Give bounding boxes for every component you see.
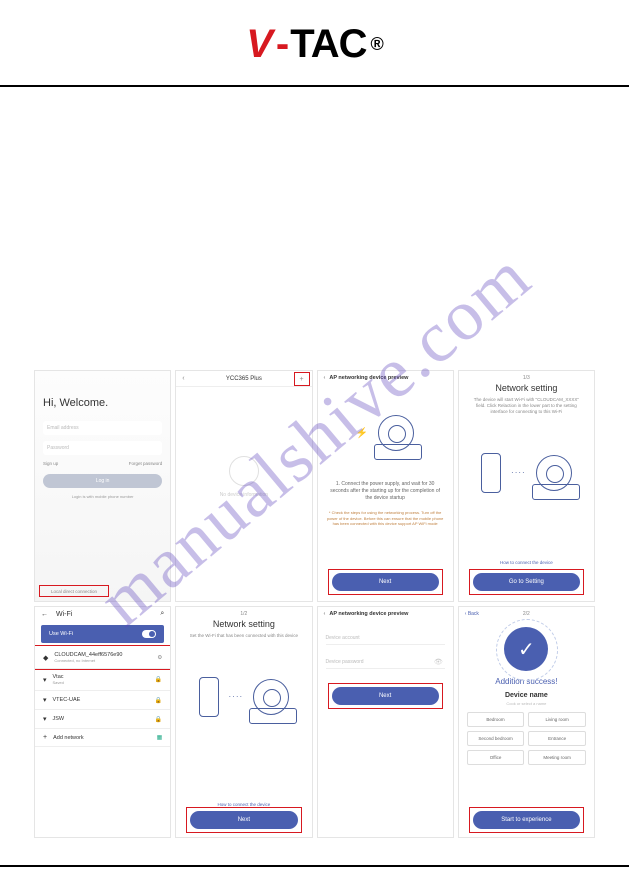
wifi-row[interactable]: ▾ Vtac Saved 🔒 — [35, 669, 170, 691]
ycc-screen: ‹ YCC365 Plus + No device information — [175, 370, 312, 602]
back-icon[interactable]: ‹ — [324, 611, 326, 617]
eye-icon[interactable]: 👁 — [434, 658, 443, 666]
wifi-icon: ▾ — [43, 676, 47, 684]
connection-dots-icon: ···· — [511, 468, 526, 477]
highlight-next — [186, 807, 301, 833]
wifi-row[interactable]: ▾ VTEC-UAE 🔒 — [35, 691, 170, 710]
success-check-icon: ✓ — [504, 627, 548, 671]
step-indicator: 2/2 — [459, 607, 594, 617]
screenshot-grid: Hi, Welcome. Email address Password Sign… — [34, 370, 595, 838]
back-icon[interactable]: ‹ — [182, 375, 184, 382]
connection-dots-icon: ···· — [229, 692, 244, 701]
wifi-icon: ▾ — [43, 715, 47, 723]
welcome-title: Hi, Welcome. — [43, 397, 162, 409]
highlight-next — [328, 683, 443, 709]
plug-icon: ⚡ — [356, 428, 368, 439]
lock-icon: 🔒 — [155, 697, 162, 704]
no-device-text: No device information — [220, 492, 268, 498]
success-screen: ‹ Back 2/2 ✓ Addition success! Device na… — [458, 606, 595, 838]
step-indicator: 1/3 — [459, 371, 594, 381]
local-direct-box[interactable]: Local direct connection — [39, 585, 109, 597]
ap-preview-screen: ‹AP networking device preview ⚡ 1. Conne… — [317, 370, 454, 602]
ap-input-title: AP networking device preview — [329, 611, 408, 617]
signup-link[interactable]: Sign up — [43, 461, 58, 466]
login-button[interactable]: Log in — [43, 474, 162, 488]
camera-icon — [536, 455, 572, 491]
net1-screen: 1/3 Network setting The device will star… — [458, 370, 595, 602]
net2-screen: 1/2 Network setting Set the Wi-Fi that h… — [175, 606, 312, 838]
camera-icon — [378, 415, 414, 451]
camera-illustration: ⚡ — [324, 393, 447, 473]
scan-icon[interactable]: ▦ — [157, 734, 163, 741]
ap-input-screen: ‹AP networking device preview Device acc… — [317, 606, 454, 838]
net2-desc: Set the Wi-Fi that has been connected wi… — [176, 633, 311, 639]
lock-icon: 🔒 — [155, 676, 162, 683]
net1-title: Network setting — [459, 383, 594, 393]
password-field[interactable]: Password — [43, 441, 162, 455]
ap-instruction: 1. Connect the power supply, and wait fo… — [318, 473, 453, 510]
wifi-row[interactable]: ▾ JSW 🔒 — [35, 710, 170, 729]
wifi-icon: ▾ — [43, 696, 47, 704]
search-icon[interactable]: ⌕ — [160, 610, 164, 618]
room-option[interactable]: Office — [467, 750, 525, 765]
highlight-next — [328, 569, 443, 595]
ap-warning: * Check the steps for using the networki… — [318, 510, 453, 527]
phone-icon — [481, 453, 501, 493]
highlight-go — [469, 569, 584, 595]
back-icon[interactable]: ← — [41, 611, 48, 618]
highlight-cloudcam — [34, 645, 171, 670]
highlight-start — [469, 807, 584, 833]
welcome-screen: Hi, Welcome. Email address Password Sign… — [34, 370, 171, 602]
ycc-title: YCC365 Plus — [226, 376, 262, 382]
wifi-list-screen: ← Wi-Fi ⌕ Use Wi-Fi ◆ CLOUDCAM_44eff6576… — [34, 606, 171, 838]
device-password-field[interactable]: Device password👁 — [326, 655, 445, 669]
brand-logo: V-TAC® — [246, 22, 383, 67]
forgot-link[interactable]: Forget password — [129, 461, 163, 466]
add-network-row[interactable]: + Add network ▦ — [35, 729, 170, 747]
room-option[interactable]: Second bedroom — [467, 731, 525, 746]
device-account-field[interactable]: Device account — [326, 631, 445, 645]
net2-title: Network setting — [176, 619, 311, 629]
room-option[interactable]: Bedroom — [467, 712, 525, 727]
room-option[interactable]: Entrance — [528, 731, 586, 746]
toggle-icon[interactable] — [142, 630, 156, 638]
back-icon[interactable]: ‹ — [324, 375, 326, 381]
wifi-row-cloudcam[interactable]: ◆ CLOUDCAM_44eff6576e90 Connected, no In… — [35, 647, 170, 669]
phone-camera-illustration: ···· — [182, 657, 305, 737]
plus-icon: + — [43, 734, 47, 741]
divider-bottom — [0, 865, 629, 867]
net1-desc: The device will start Wi-Fi with "CLOUDC… — [459, 397, 594, 415]
logo-area: V-TAC® — [0, 0, 629, 67]
email-field[interactable]: Email address — [43, 421, 162, 435]
ap-title: AP networking device preview — [329, 375, 408, 381]
back-link[interactable]: ‹ Back — [465, 611, 479, 617]
step-indicator: 1/2 — [176, 607, 311, 617]
device-name-label: Device name — [459, 692, 594, 699]
room-option[interactable]: Meeting room — [528, 750, 586, 765]
login-sub: Login is with mobile phone number — [43, 494, 162, 499]
how-link[interactable]: How to connect the device — [459, 560, 594, 565]
room-option[interactable]: Living room — [528, 712, 586, 727]
wifi-title: Wi-Fi — [56, 611, 72, 618]
divider-top — [0, 85, 629, 87]
camera-icon — [253, 679, 289, 715]
use-wifi-toggle[interactable]: Use Wi-Fi — [41, 625, 164, 643]
phone-icon — [199, 677, 219, 717]
phone-camera-illustration: ···· — [465, 433, 588, 513]
lock-icon: 🔒 — [155, 716, 162, 723]
empty-icon — [229, 456, 259, 486]
highlight-add — [294, 372, 310, 386]
